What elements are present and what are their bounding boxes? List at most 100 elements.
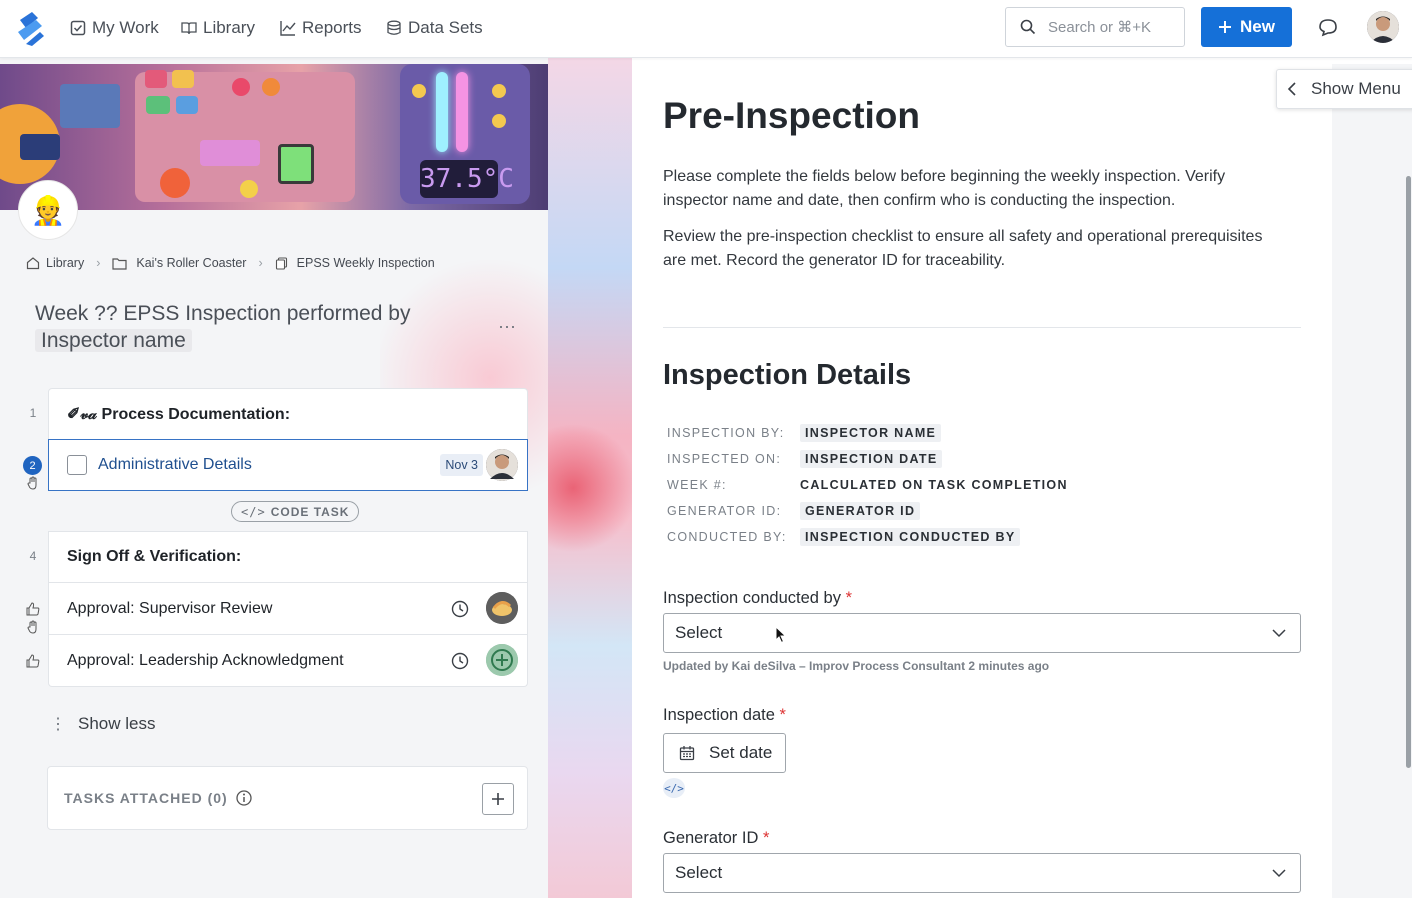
show-less-toggle[interactable]: ⋮ Show less (50, 714, 155, 734)
required-marker: * (762, 829, 770, 847)
search-icon (1020, 19, 1036, 35)
search-placeholder: Search or ⌘+K (1048, 19, 1151, 36)
code-task-button[interactable]: </> CODE TASK (231, 501, 360, 522)
hand-icon (27, 620, 37, 634)
task-checkbox[interactable] (67, 455, 87, 475)
select-value: Select (675, 863, 723, 882)
chevron-down-icon (1272, 629, 1286, 638)
conducted-by-select[interactable]: Select (663, 613, 1301, 653)
copy-icon (275, 256, 287, 270)
breadcrumb-library[interactable]: Library (46, 256, 84, 270)
field-label-text: Inspection date (663, 706, 775, 724)
tasks-attached-label: TASKS ATTACHED (0) (64, 790, 228, 806)
book-icon (181, 22, 197, 35)
more-options-button[interactable]: ··· (498, 316, 516, 337)
assignee-avatar[interactable] (486, 592, 518, 624)
calendar-icon (679, 746, 695, 761)
meta-row: WEEK #: CALCULATED ON TASK COMPLETION (667, 475, 1073, 495)
task-row-leadership-acknowledgment[interactable]: Approval: Leadership Acknowledgment (48, 635, 528, 687)
assignee-avatar[interactable] (486, 644, 518, 676)
field-label-inspection-date: Inspection date * (663, 706, 786, 725)
decorative-art-strip (548, 58, 632, 898)
new-button[interactable]: New (1201, 7, 1292, 47)
task-row-supervisor-review[interactable]: Approval: Supervisor Review (48, 583, 528, 635)
database-icon (387, 20, 401, 35)
field-label-text: Generator ID (663, 829, 759, 847)
chevron-right-icon: › (258, 256, 263, 270)
meta-value: CALCULATED ON TASK COMPLETION (800, 478, 1068, 492)
thumbs-up-icon (26, 602, 40, 616)
nav-data-sets[interactable]: Data Sets (386, 17, 483, 39)
meta-value: GENERATOR ID (800, 502, 921, 520)
nav-library-label: Library (203, 18, 255, 37)
nav-my-work[interactable]: My Work (70, 17, 159, 39)
chevron-down-icon (1272, 869, 1286, 878)
info-icon[interactable] (236, 790, 252, 806)
intro-paragraph-2: Review the pre-inspection checklist to e… (663, 228, 1263, 269)
code-icon: </> (241, 504, 266, 519)
folder-icon (112, 257, 127, 270)
task-label: Approval: Leadership Acknowledgment (67, 651, 344, 669)
top-navigation: My Work Library Reports Data Sets Search… (0, 0, 1412, 58)
meta-row: INSPECTION BY: INSPECTOR NAME (667, 423, 942, 443)
home-icon (26, 257, 40, 270)
user-avatar[interactable] (1367, 11, 1399, 43)
show-less-label: Show less (78, 714, 156, 733)
task-title-text: Week ?? EPSS Inspection performed by (35, 302, 411, 325)
breadcrumb-workflow[interactable]: EPSS Weekly Inspection (297, 256, 435, 270)
meta-row: GENERATOR ID: GENERATOR ID (667, 501, 921, 521)
field-label-conducted-by: Inspection conducted by * (663, 589, 852, 608)
task-title-variable: Inspector name (35, 329, 192, 352)
meta-key: CONDUCTED BY: (667, 530, 787, 544)
hand-icon (27, 476, 37, 490)
add-attached-task-button[interactable] (482, 783, 514, 815)
required-marker: * (845, 589, 852, 607)
mouse-cursor-icon (775, 626, 787, 644)
meta-row: INSPECTED ON: INSPECTION DATE (667, 449, 943, 469)
right-gutter (1332, 64, 1412, 898)
code-task-label: CODE TASK (270, 504, 350, 519)
select-value: Select (675, 623, 723, 642)
search-input[interactable]: Search or ⌘+K (1005, 7, 1185, 47)
cover-banner: 37.5°C (0, 64, 548, 210)
section-sign-off[interactable]: Sign Off & Verification: (48, 531, 528, 583)
generator-id-select[interactable]: Select (663, 853, 1301, 893)
show-menu-button[interactable]: Show Menu (1276, 69, 1412, 109)
field-label-text: Inspection conducted by (663, 589, 841, 607)
required-marker: * (779, 706, 786, 724)
page-title: Pre-Inspection (663, 95, 920, 136)
chevron-right-icon: › (96, 256, 101, 270)
nav-reports-label: Reports (302, 18, 362, 37)
new-button-label: New (1240, 17, 1275, 36)
meta-key: WEEK #: (667, 478, 727, 492)
task-title[interactable]: Week ?? EPSS Inspection performed by Ins… (35, 300, 455, 354)
set-date-button[interactable]: Set date (663, 733, 786, 773)
task-row-administrative-details[interactable]: Administrative Details Nov 3 (48, 439, 528, 491)
due-date-badge: Nov 3 (440, 454, 483, 476)
scrollbar[interactable] (1406, 176, 1411, 768)
section-process-documentation[interactable]: ✐𝓋𝒶 Process Documentation: (48, 388, 528, 440)
plus-icon (1219, 21, 1232, 33)
field-label-generator-id: Generator ID * (663, 829, 769, 848)
set-date-label: Set date (709, 743, 773, 762)
chat-icon[interactable] (1317, 16, 1339, 38)
section-label: Sign Off & Verification: (67, 548, 242, 565)
meta-value: INSPECTION DATE (800, 450, 943, 468)
step-number: 1 (29, 406, 37, 420)
task-label: Administrative Details (98, 456, 252, 473)
breadcrumb-folder[interactable]: Kai's Roller Coaster (136, 256, 246, 270)
intro-paragraph-1: Please complete the fields below before … (663, 168, 1226, 209)
show-menu-label: Show Menu (1311, 79, 1401, 98)
meta-row: CONDUCTED BY: INSPECTION CONDUCTED BY (667, 527, 1021, 547)
clock-icon (451, 652, 469, 670)
nav-library[interactable]: Library (181, 17, 255, 39)
assignee-avatar[interactable] (486, 449, 518, 481)
code-expression-button[interactable]: </> (663, 778, 685, 798)
app-logo-icon[interactable] (12, 10, 48, 46)
task-label: Approval: Supervisor Review (67, 599, 273, 617)
divider (663, 327, 1301, 328)
chart-icon (280, 21, 296, 36)
section-title: Inspection Details (663, 359, 912, 391)
step-number: 4 (29, 549, 37, 563)
nav-reports[interactable]: Reports (280, 17, 362, 39)
